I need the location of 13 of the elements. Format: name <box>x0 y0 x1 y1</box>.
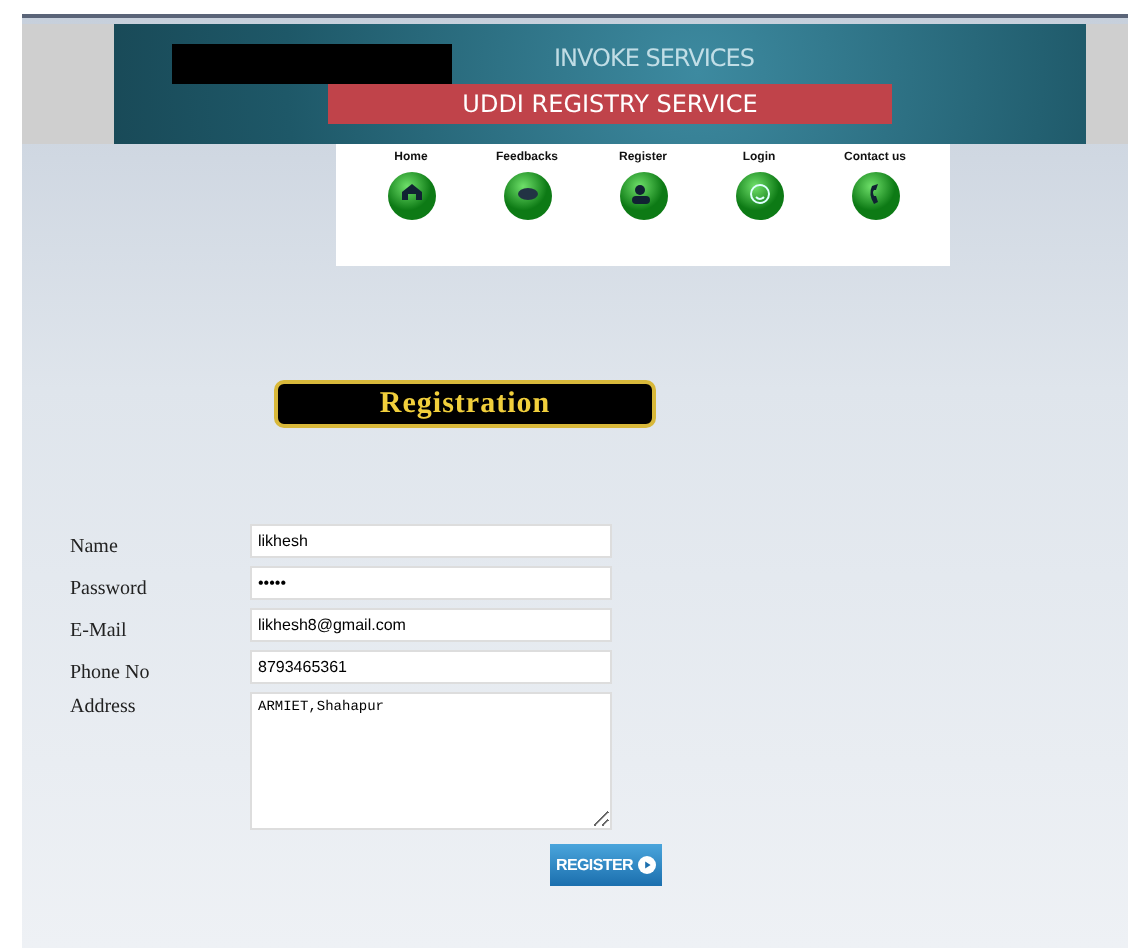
banner-subtitle: INVOKE SERVICES <box>554 44 754 72</box>
field-label: Password <box>70 578 149 600</box>
registration-heading: Registration <box>274 380 656 428</box>
input-field[interactable]: likhesh8@gmail.com <box>250 608 612 642</box>
field-label: Name <box>70 536 120 558</box>
field-label: Address <box>70 694 138 718</box>
register-button[interactable]: REGISTER <box>550 844 661 886</box>
field-label: E-Mail <box>70 620 129 642</box>
banner-title: UDDI REGISTRY SERVICE <box>328 84 892 124</box>
input-field[interactable]: ••••• <box>250 566 612 600</box>
field-label: Phone No <box>70 662 152 684</box>
input-field[interactable]: 8793465361 <box>250 650 612 684</box>
input-field[interactable]: likhesh <box>250 524 612 558</box>
